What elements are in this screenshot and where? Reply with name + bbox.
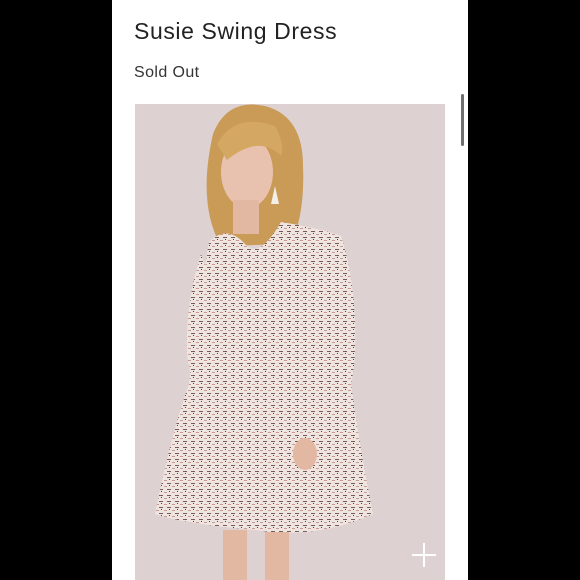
product-image[interactable] [135, 104, 445, 580]
scrollbar[interactable] [461, 94, 464, 146]
dress-photo-illustration [155, 104, 373, 580]
product-title: Susie Swing Dress [134, 18, 338, 44]
stock-status: Sold Out [134, 64, 200, 81]
zoom-plus-icon[interactable] [411, 542, 437, 568]
product-panel: Susie Swing Dress Sold Out [112, 0, 468, 580]
